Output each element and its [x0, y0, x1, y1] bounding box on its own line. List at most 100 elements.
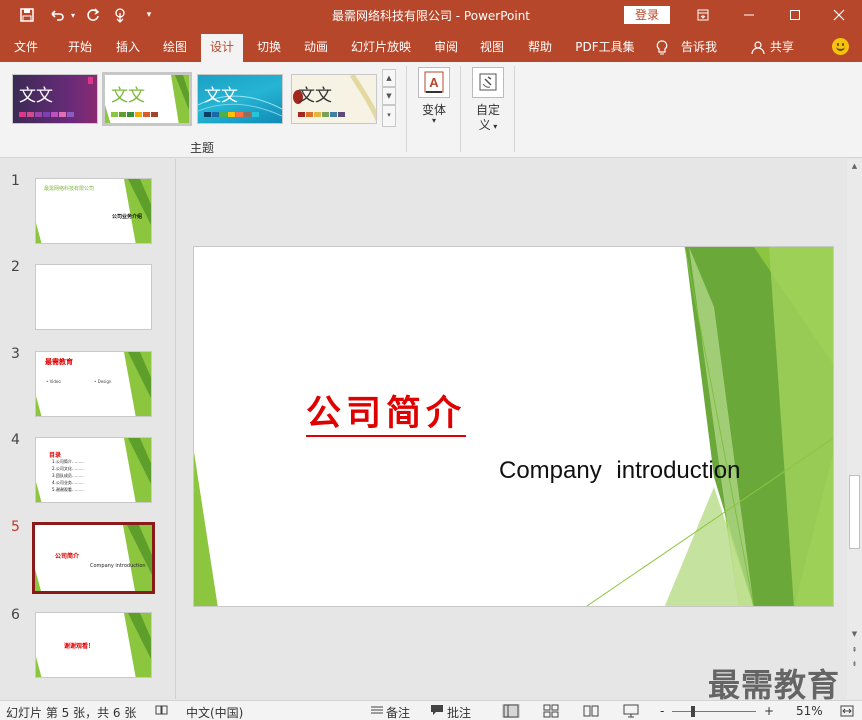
notes-icon[interactable] [370, 704, 384, 719]
theme-sample-text: 文文 [298, 86, 332, 106]
theme-option-1[interactable]: 文文 [12, 74, 98, 124]
reading-view-icon[interactable] [582, 704, 600, 718]
slide-thumbnail-1[interactable]: 最需网络科技有限公司 公司业务介绍 [35, 178, 152, 244]
current-slide[interactable]: 公司简介 Company introduction [193, 246, 834, 607]
slide-count-status: 幻灯片 第 5 张，共 6 张 [6, 706, 137, 720]
slide-thumb-text: 最需教育 [45, 358, 73, 366]
ribbon-tabs: 文件 开始 插入 绘图 设计 切换 动画 幻灯片放映 审阅 视图 帮助 PDF工… [0, 30, 862, 62]
tab-animations[interactable]: 动画 [296, 34, 336, 62]
theme-option-3[interactable]: 文文 [197, 74, 283, 124]
minimize-icon[interactable] [726, 0, 772, 30]
slide-sorter-view-icon[interactable] [542, 704, 560, 718]
tab-draw[interactable]: 绘图 [155, 34, 195, 62]
maximize-icon[interactable] [772, 0, 818, 30]
customize-button[interactable] [472, 67, 504, 98]
comments-button[interactable]: 批注 [447, 704, 471, 720]
slide-thumb-text: • Video [46, 379, 61, 384]
group-separator [406, 66, 407, 152]
fit-to-window-icon[interactable] [838, 704, 856, 718]
language-status[interactable]: 中文(中国) [186, 704, 243, 720]
share-button[interactable]: 共享 [766, 34, 798, 62]
tab-pdf-tools[interactable]: PDF工具集 [570, 34, 640, 62]
tab-slideshow[interactable]: 幻灯片放映 [346, 34, 416, 62]
slide-thumb-text: 谢谢观看！ [64, 643, 95, 650]
slide-thumb-line: 1.公司简介……… [52, 459, 84, 464]
redo-icon[interactable] [80, 0, 106, 30]
tab-design[interactable]: 设计 [201, 34, 243, 62]
slide-number: 6 [11, 607, 20, 623]
save-icon[interactable] [14, 0, 40, 30]
zoom-in-button[interactable]: + [764, 704, 774, 718]
theme-sample-text: 文文 [111, 86, 145, 106]
scroll-down-icon[interactable]: ▼ [849, 629, 860, 640]
chevron-down-icon[interactable]: ▾ [414, 116, 454, 125]
theme-sample-text: 文文 [204, 86, 238, 106]
next-slide-icon[interactable]: ⇟ [849, 659, 860, 670]
slide-thumb-text: 目录 [49, 452, 62, 459]
slide-thumbnail-pane: 1 最需网络科技有限公司 公司业务介绍 2 3 最需教育 • Video • D… [0, 159, 176, 699]
normal-view-icon[interactable] [502, 704, 520, 718]
slide-thumb-line: 4.公司业务……… [52, 480, 84, 485]
group-separator [460, 66, 461, 152]
tab-file[interactable]: 文件 [6, 34, 46, 62]
feedback-smiley-icon[interactable] [832, 38, 849, 55]
lightbulb-icon[interactable] [652, 34, 672, 62]
scroll-up-icon[interactable]: ▲ [849, 161, 860, 172]
notes-button[interactable]: 备注 [386, 704, 410, 720]
tab-view[interactable]: 视图 [472, 34, 512, 62]
ribbon-design-panel: 文文 文文 文文 文文 ▲ ▼ ▾ 主题 A 变体 ▾ 自定 义 ▾ [0, 62, 862, 158]
tab-insert[interactable]: 插入 [108, 34, 148, 62]
slide-number: 5 [11, 519, 20, 535]
slide-thumb-text: 最需网络科技有限公司 [44, 186, 95, 192]
login-button[interactable]: 登录 [624, 6, 670, 24]
customize-icon[interactable]: ▾ [136, 0, 162, 30]
slide-thumb-text: 公司业务介绍 [112, 214, 143, 220]
variants-button[interactable]: A [418, 67, 450, 98]
slide-thumbnail-3[interactable]: 最需教育 • Video • Design [35, 351, 152, 417]
touch-mode-icon[interactable] [108, 0, 134, 30]
slide-thumb-line: 3.团队成员……… [52, 473, 84, 478]
slide-thumb-text: 公司简介 [55, 553, 80, 560]
themes-scroll-down-icon[interactable]: ▼ [382, 87, 396, 105]
slide-number: 1 [11, 173, 20, 189]
title-bar: ▾ ▾ 最需网络科技有限公司 - PowerPoint 登录 [0, 0, 862, 30]
tab-home[interactable]: 开始 [60, 34, 100, 62]
tab-help[interactable]: 帮助 [520, 34, 560, 62]
scrollbar-thumb[interactable] [849, 475, 860, 549]
spell-check-icon[interactable] [155, 704, 169, 719]
group-separator [514, 66, 515, 152]
slide-thumbnail-6[interactable]: 谢谢观看！ [35, 612, 152, 678]
slide-thumb-text: • Design [94, 379, 112, 384]
slide-thumb-text: Company introduction [90, 563, 146, 569]
zoom-slider-handle[interactable] [691, 706, 695, 717]
themes-scroll-up-icon[interactable]: ▲ [382, 69, 396, 87]
ribbon-display-icon[interactable] [680, 0, 726, 30]
tell-me-search[interactable]: 告诉我 [676, 34, 722, 62]
tab-transitions[interactable]: 切换 [249, 34, 289, 62]
themes-group-label: 主题 [190, 141, 215, 155]
customize-label-line2[interactable]: 义 ▾ [468, 116, 508, 133]
zoom-out-button[interactable]: - [660, 704, 664, 718]
slide-thumbnail-2[interactable] [35, 264, 152, 330]
theme-option-2[interactable]: 文文 [102, 72, 192, 126]
slide-title[interactable]: 公司简介 [306, 393, 467, 437]
undo-dropdown-icon[interactable]: ▾ [66, 0, 80, 30]
slideshow-view-icon[interactable] [622, 704, 640, 718]
previous-slide-icon[interactable]: ⇞ [849, 645, 860, 656]
slide-thumbnail-4[interactable]: 目录 1.公司简介……… 2.公司文化……… 3.团队成员……… 4.公司业务…… [35, 437, 152, 503]
share-person-icon[interactable] [748, 34, 768, 62]
zoom-level[interactable]: 51% [796, 704, 823, 718]
slide-thumb-line: 5.谢谢观看……… [52, 487, 84, 492]
tab-review[interactable]: 审阅 [426, 34, 466, 62]
close-icon[interactable] [816, 0, 862, 30]
comments-icon[interactable] [430, 704, 444, 719]
svg-text:A: A [429, 75, 439, 90]
theme-option-4[interactable]: 文文 [291, 74, 377, 124]
themes-more-icon[interactable]: ▾ [382, 105, 396, 127]
vertical-scrollbar[interactable]: ▲ ▼ ⇞ ⇟ [847, 159, 862, 699]
zoom-slider[interactable] [672, 711, 756, 712]
slide-number: 4 [11, 432, 20, 448]
slide-thumbnail-5[interactable]: 公司简介 Company introduction [32, 522, 155, 594]
slide-number: 3 [11, 346, 20, 362]
slide-subtitle[interactable]: Company introduction [499, 457, 740, 485]
